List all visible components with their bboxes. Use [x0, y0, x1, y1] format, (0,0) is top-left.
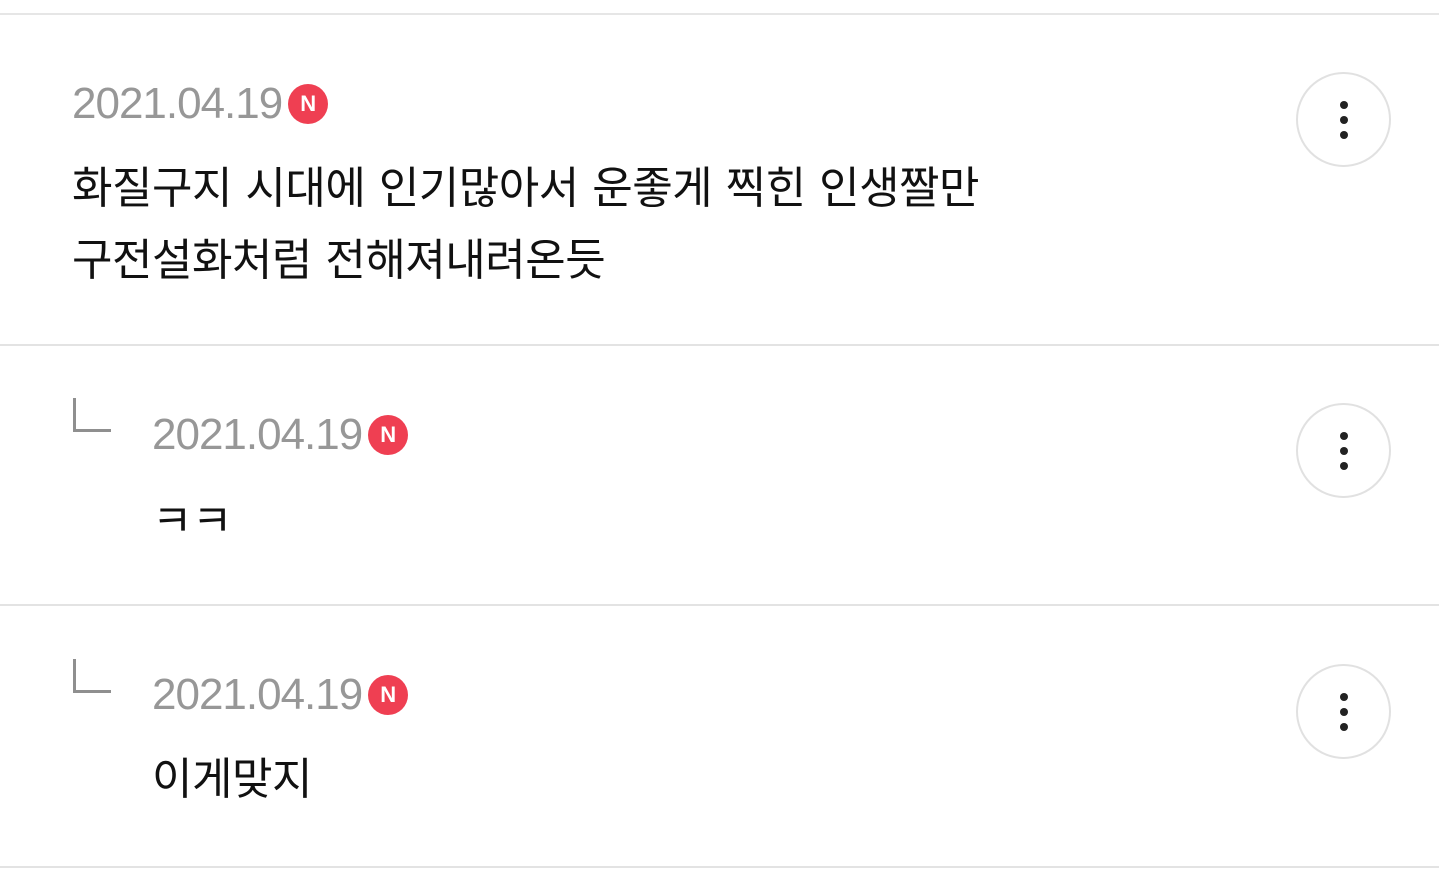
comment-date: 2021.04.19 — [152, 410, 363, 459]
reply-item: 2021.04.19 N ㅋㅋ — [0, 346, 1439, 606]
comment-text: 이게맞지 — [152, 754, 312, 805]
more-vertical-icon-dot — [1339, 461, 1348, 470]
more-vertical-icon-dot — [1339, 722, 1348, 731]
comment-meta: 2021.04.19 N — [72, 79, 329, 129]
reply-item: 2021.04.19 N 이게맞지 — [0, 606, 1439, 868]
more-vertical-icon — [1339, 431, 1348, 440]
more-vertical-icon-dot — [1339, 707, 1348, 716]
new-badge-icon: N — [368, 675, 409, 715]
comment-date: 2021.04.19 — [152, 670, 363, 719]
more-vertical-icon — [1339, 692, 1348, 701]
more-options-button[interactable] — [1296, 403, 1391, 498]
comment-item: 2021.04.19 N 화질구지 시대에 인기많아서 운좋게 찍힌 인생짤만 … — [0, 15, 1439, 346]
new-badge-icon: N — [368, 415, 409, 455]
more-options-button[interactable] — [1296, 664, 1391, 759]
comment-date: 2021.04.19 — [72, 79, 283, 128]
new-badge-icon: N — [288, 84, 329, 124]
more-vertical-icon-dot — [1339, 130, 1348, 139]
comment-meta: 2021.04.19 N — [152, 670, 409, 720]
reply-arrow-icon — [73, 659, 111, 693]
more-vertical-icon — [1339, 100, 1348, 109]
comment-text: 화질구지 시대에 인기많아서 운좋게 찍힌 인생짤만 구전설화처럼 전해져내려온… — [72, 163, 980, 286]
more-vertical-icon-dot — [1339, 115, 1348, 124]
comment-meta: 2021.04.19 N — [152, 410, 409, 460]
more-options-button[interactable] — [1296, 72, 1391, 167]
reply-arrow-icon — [73, 398, 111, 432]
comment-text: ㅋㅋ — [152, 496, 232, 547]
more-vertical-icon-dot — [1339, 446, 1348, 455]
